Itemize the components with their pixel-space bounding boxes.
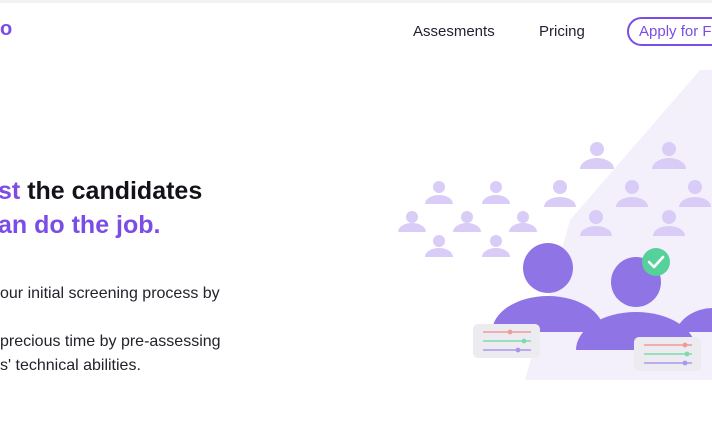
headline-accent-1: st bbox=[0, 177, 21, 205]
description-line-3: s' technical abilities. bbox=[0, 357, 141, 374]
skill-card-right bbox=[634, 337, 701, 371]
headline-line-1: st the candidates bbox=[0, 174, 202, 208]
nav-link-pricing[interactable]: Pricing bbox=[539, 23, 585, 40]
headline-line-2: an do the job. bbox=[0, 208, 202, 242]
description-line-2: precious time by pre-assessing bbox=[0, 333, 221, 350]
small-candidate-icon bbox=[482, 181, 510, 204]
description-line-1: our initial screening process by bbox=[0, 285, 220, 302]
small-candidate-icon bbox=[398, 211, 426, 232]
nav-link-assessments[interactable]: Assesments bbox=[413, 23, 495, 40]
small-candidate-icon bbox=[544, 180, 576, 207]
skill-card-left bbox=[473, 324, 540, 358]
headline-text-1: the candidates bbox=[27, 177, 203, 205]
small-candidate-icon bbox=[580, 142, 614, 169]
top-navigation: Assesments Pricing Apply for F bbox=[0, 17, 712, 49]
hero-headline: st the candidates an do the job. bbox=[0, 174, 202, 242]
page-top-border bbox=[0, 0, 712, 3]
small-candidate-icon bbox=[425, 181, 453, 204]
headline-accent-2: an do the job. bbox=[0, 211, 161, 239]
apply-button[interactable]: Apply for F bbox=[627, 17, 712, 46]
hero-description: our initial screening process by preciou… bbox=[0, 282, 221, 378]
small-candidate-icon bbox=[509, 211, 537, 232]
candidates-illustration bbox=[398, 70, 712, 380]
small-candidate-icon bbox=[425, 235, 453, 257]
small-candidate-icon bbox=[453, 211, 481, 232]
check-badge-icon bbox=[642, 248, 670, 276]
small-candidate-icon bbox=[482, 235, 510, 257]
